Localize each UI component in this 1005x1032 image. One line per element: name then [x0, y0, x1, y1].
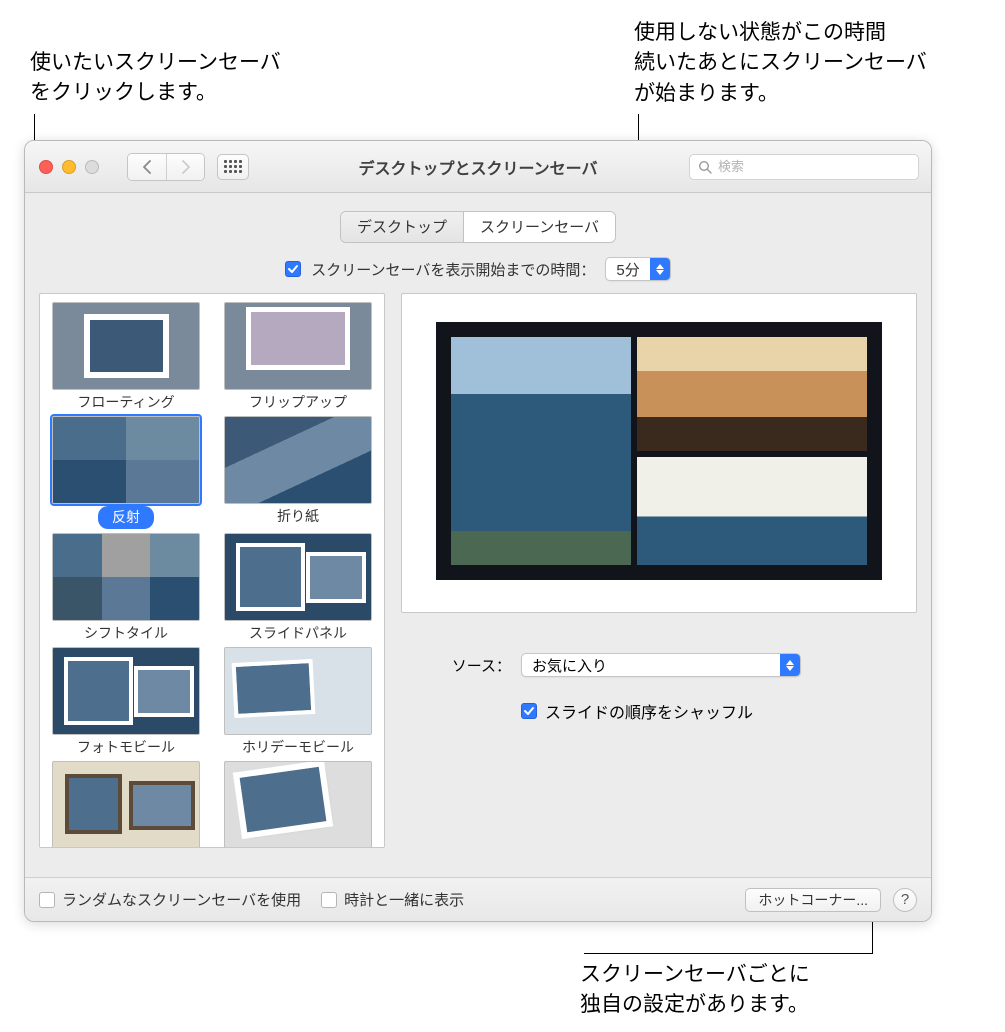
tab-control: デスクトップ スクリーンセーバ [25, 211, 931, 243]
saver-label: シフトタイル [48, 623, 204, 643]
minimize-icon[interactable] [62, 160, 76, 174]
start-after-popup[interactable]: 5分 [605, 257, 670, 281]
search-field[interactable] [689, 154, 919, 180]
saver-holidaymobile[interactable]: ホリデーモビール [220, 647, 376, 757]
callout-topleft: 使いたいスクリーンセーバ をクリックします。 [30, 48, 281, 109]
thumb-icon [52, 416, 200, 504]
nav-buttons [127, 153, 205, 181]
titlebar: デスクトップとスクリーンセーバ [25, 141, 931, 193]
source-value: お気に入り [522, 655, 780, 676]
saver-label: フリップアップ [220, 392, 376, 412]
thumb-icon [52, 533, 200, 621]
start-after-label: スクリーンセーバを表示開始までの時間： [311, 259, 595, 280]
forward-button[interactable] [166, 154, 204, 180]
bracket-line [584, 953, 873, 954]
saver-label: フローティング [48, 392, 204, 412]
saver-label: スライドパネル [220, 623, 376, 643]
updown-icon [780, 654, 800, 676]
random-label: ランダムなスクリーンセーバを使用 [62, 889, 301, 910]
saver-vintage[interactable]: ビンテージ [220, 761, 376, 847]
preview-pane: ソース： お気に入り スライドの順序をシャッフル [401, 293, 917, 848]
shuffle-label: スライドの順序をシャッフル [545, 699, 753, 723]
preview-image [436, 322, 882, 580]
start-after-row: スクリーンセーバを表示開始までの時間： 5分 [25, 257, 931, 281]
grid-icon [224, 160, 242, 173]
search-icon [698, 160, 712, 174]
thumb-icon [52, 761, 200, 847]
window-title: デスクトップとスクリーンセーバ [358, 155, 597, 179]
hot-corners-button[interactable]: ホットコーナー... [745, 888, 881, 912]
zoom-icon [85, 160, 99, 174]
callout-topright: 使用しない状態がこの時間 続いたあとにスクリーンセーバ が始まります。 [634, 18, 927, 109]
saver-origami[interactable]: 折り紙 [220, 416, 376, 529]
thumb-icon [52, 302, 200, 390]
shuffle-checkbox[interactable] [521, 703, 537, 719]
thumb-icon [224, 761, 372, 847]
callout-bottomright: スクリーンセーバごとに 独自の設定があります。 [580, 960, 810, 1021]
start-after-value: 5分 [606, 259, 649, 280]
saver-label: ホリデーモビール [220, 737, 376, 757]
saver-photomobile[interactable]: フォトモビール [48, 647, 204, 757]
search-input[interactable] [718, 159, 910, 174]
thumb-icon [224, 533, 372, 621]
show-all-button[interactable] [217, 154, 249, 180]
saver-photowall[interactable]: フォトウォール [48, 761, 204, 847]
saver-floating[interactable]: フローティング [48, 302, 204, 412]
updown-icon [650, 258, 670, 280]
thumb-icon [224, 416, 372, 504]
clock-label: 時計と一緒に表示 [344, 889, 464, 910]
tab-desktop[interactable]: デスクトップ [341, 212, 463, 242]
saver-reflection[interactable]: 反射 [48, 416, 204, 529]
preview-area [401, 293, 917, 613]
saver-label: 折り紙 [220, 506, 376, 526]
thumb-icon [224, 302, 372, 390]
saver-label: フォトモビール [48, 737, 204, 757]
start-after-checkbox[interactable] [285, 261, 301, 277]
source-label: ソース： [441, 655, 511, 676]
close-icon[interactable] [39, 160, 53, 174]
bottom-bar: ランダムなスクリーンセーバを使用 時計と一緒に表示 ホットコーナー... ? [25, 877, 931, 921]
help-button[interactable]: ? [893, 888, 917, 912]
thumb-icon [52, 647, 200, 735]
source-popup[interactable]: お気に入り [521, 653, 801, 677]
check-icon [287, 263, 299, 275]
clock-checkbox[interactable] [321, 892, 337, 908]
saver-slidepanel[interactable]: スライドパネル [220, 533, 376, 643]
check-icon [523, 705, 535, 717]
saver-shifttile[interactable]: シフトタイル [48, 533, 204, 643]
back-button[interactable] [128, 154, 166, 180]
traffic-lights [39, 160, 99, 174]
screensaver-list[interactable]: フローティング フリップアップ 反射 折り紙 [39, 293, 385, 848]
thumb-icon [224, 647, 372, 735]
saver-flipup[interactable]: フリップアップ [220, 302, 376, 412]
random-checkbox[interactable] [39, 892, 55, 908]
tab-screensaver[interactable]: スクリーンセーバ [463, 212, 615, 242]
prefs-window: デスクトップとスクリーンセーバ デスクトップ スクリーンセーバ スクリーンセーバ… [24, 140, 932, 922]
saver-label: 反射 [98, 506, 154, 529]
